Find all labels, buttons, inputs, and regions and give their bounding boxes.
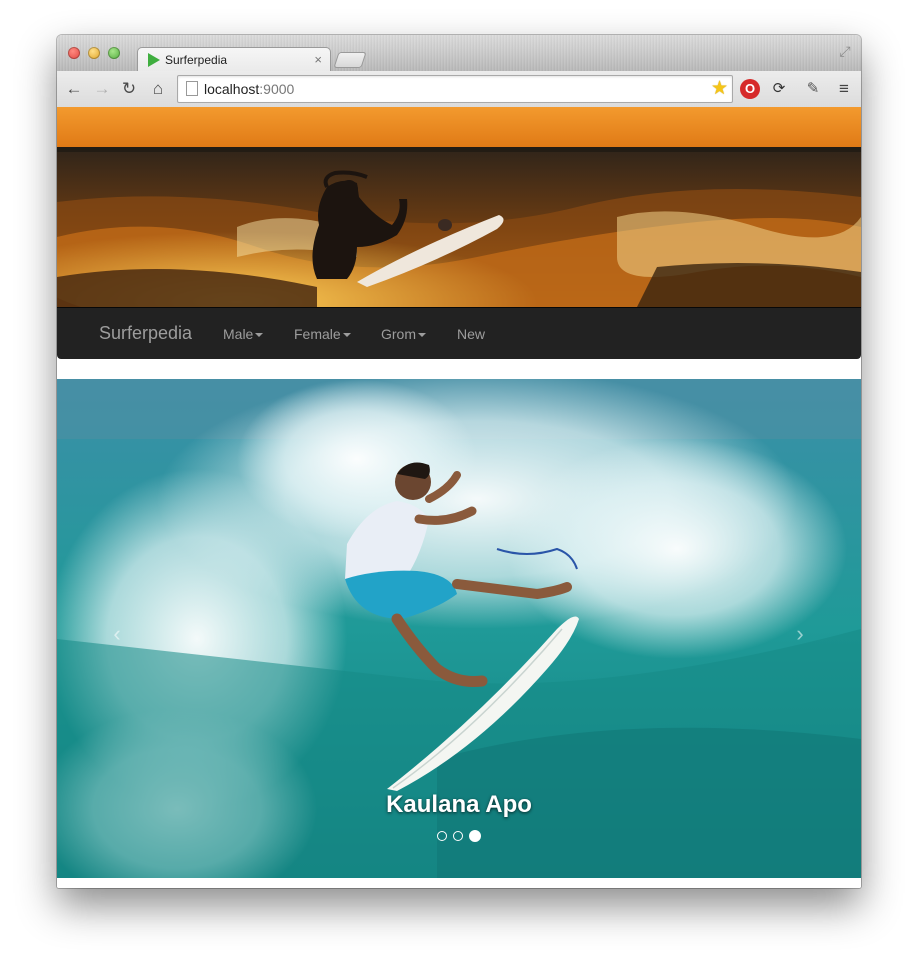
caret-down-icon xyxy=(342,333,351,338)
carousel-indicator[interactable] xyxy=(437,831,447,841)
tab-title: Surferpedia xyxy=(165,53,228,67)
carousel-indicators xyxy=(57,830,861,842)
home-icon[interactable]: ⌂ xyxy=(148,79,168,99)
zoom-window-button[interactable] xyxy=(108,47,120,59)
fullscreen-icon[interactable]: ⤢ xyxy=(837,43,853,59)
url-text: localhost:9000 xyxy=(204,81,294,97)
caret-down-icon xyxy=(255,333,264,338)
carousel-caption: Kaulana Apo xyxy=(386,791,532,818)
play-favicon-icon xyxy=(148,53,160,67)
opera-icon[interactable]: O xyxy=(740,79,760,99)
carousel-indicator-active[interactable] xyxy=(469,830,481,842)
sync-icon[interactable]: ⟳ xyxy=(769,79,789,99)
sunset-surfer-illustration xyxy=(57,107,861,307)
address-bar[interactable]: localhost:9000 ★ xyxy=(177,75,733,103)
navbar-brand-link[interactable]: Surferpedia xyxy=(99,323,192,344)
eyedropper-icon[interactable]: ✎ xyxy=(803,79,823,99)
header-banner-image xyxy=(57,107,861,307)
carousel-indicator[interactable] xyxy=(453,831,463,841)
carousel-next-control[interactable]: › xyxy=(788,621,812,647)
page-viewport: Surferpedia Male Female Grom New ‹ › Kau… xyxy=(57,107,861,888)
new-tab-button[interactable] xyxy=(333,52,367,68)
reload-icon[interactable]: ↻ xyxy=(119,79,139,99)
nav-item-label: Female xyxy=(294,326,341,342)
star-icon[interactable]: ★ xyxy=(711,77,728,100)
page-icon xyxy=(186,81,198,96)
browser-window: Surferpedia × ⤢ ← → ↻ ⌂ localhost:9000 ★… xyxy=(57,35,861,888)
surfer-carousel: ‹ › Kaulana Apo xyxy=(57,379,861,878)
arrow-left-icon[interactable]: ← xyxy=(64,79,84,99)
top-navbar: Surferpedia Male Female Grom New xyxy=(57,307,861,359)
nav-item-grom[interactable]: Grom xyxy=(381,326,426,342)
nav-item-new[interactable]: New xyxy=(457,326,485,342)
nav-item-male[interactable]: Male xyxy=(223,326,264,342)
browser-tab-active[interactable]: Surferpedia × xyxy=(137,47,331,72)
close-window-button[interactable] xyxy=(68,47,80,59)
tab-close-icon[interactable]: × xyxy=(314,52,322,67)
nav-item-label: Grom xyxy=(381,326,416,342)
nav-item-female[interactable]: Female xyxy=(294,326,351,342)
page-bottom-strip xyxy=(57,878,861,888)
desktop: Surferpedia × ⤢ ← → ↻ ⌂ localhost:9000 ★… xyxy=(0,0,918,968)
nav-item-label: Male xyxy=(223,326,254,342)
browser-toolbar: ← → ↻ ⌂ localhost:9000 ★ O ⟳ ✎ ≡ xyxy=(57,71,861,108)
url-host: localhost xyxy=(204,81,260,97)
tab-strip: Surferpedia × ⤢ xyxy=(57,35,861,72)
caret-down-icon xyxy=(418,333,426,338)
url-port: :9000 xyxy=(259,81,295,97)
hamburger-menu-icon[interactable]: ≡ xyxy=(834,79,854,99)
nav-item-label: New xyxy=(457,326,486,342)
carousel-prev-control[interactable]: ‹ xyxy=(105,621,129,647)
minimize-window-button[interactable] xyxy=(88,47,100,59)
arrow-right-icon[interactable]: → xyxy=(92,79,112,99)
